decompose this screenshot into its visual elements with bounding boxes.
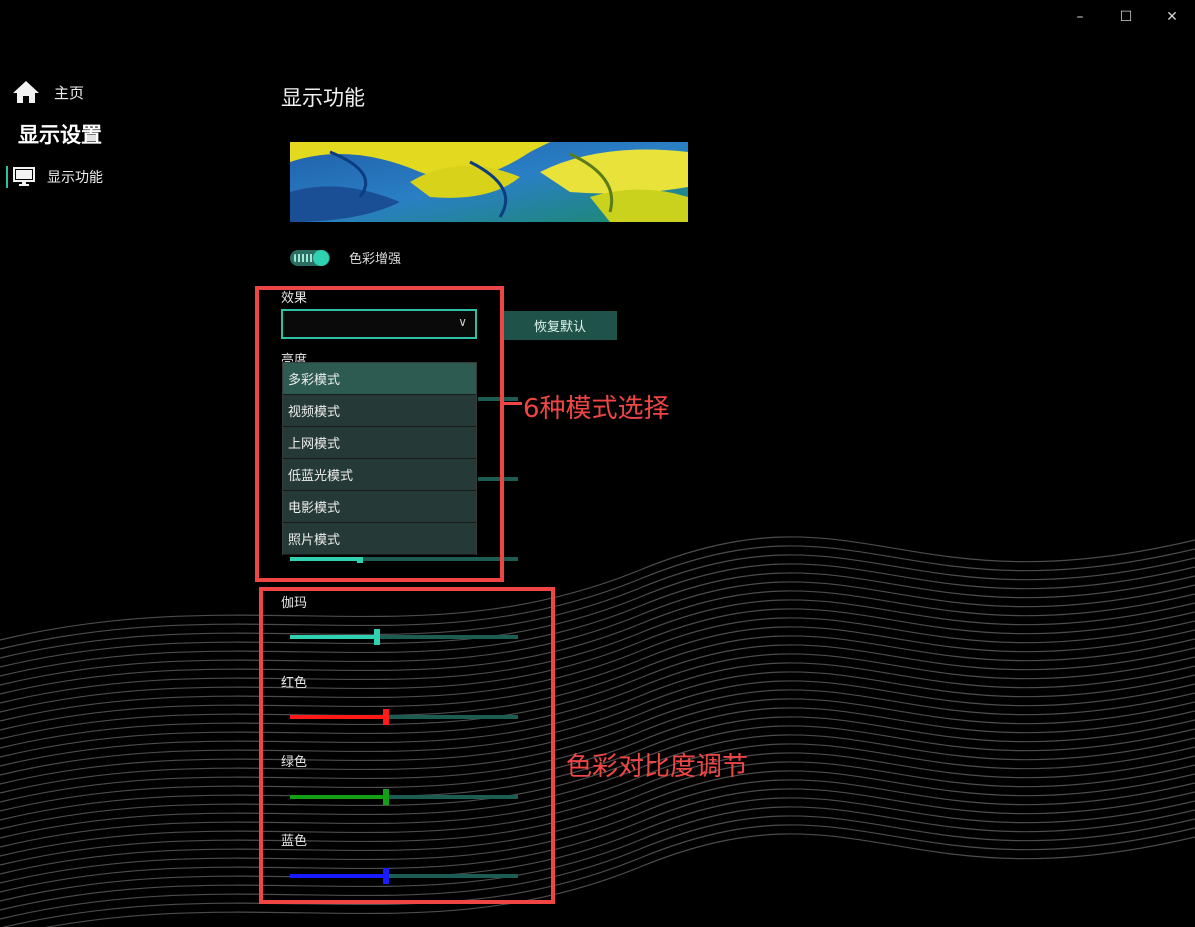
modes-annotation-text: 6种模式选择	[523, 394, 670, 424]
monitor-icon	[13, 167, 35, 186]
feather-banner-image	[290, 142, 688, 222]
color-annotation-text: 色彩对比度调节	[566, 752, 749, 782]
home-icon	[13, 81, 39, 103]
color-annotation-box	[259, 587, 555, 904]
color-enhance-toggle[interactable]	[290, 249, 330, 266]
color-enhance-label: 色彩增强	[349, 252, 402, 267]
sidebar-section-title: 显示设置	[18, 123, 102, 147]
minimize-icon[interactable]: –	[1067, 6, 1093, 28]
modes-annotation-box	[255, 286, 504, 582]
selected-indicator	[6, 166, 8, 188]
page-title: 显示功能	[281, 86, 365, 110]
nav-home[interactable]: 主页	[12, 80, 84, 104]
color-enhance-row: 色彩增强	[290, 248, 401, 267]
home-label: 主页	[54, 83, 85, 102]
toggle-track-pattern	[294, 253, 314, 262]
wave-background	[0, 536, 1195, 927]
maximize-icon[interactable]: ☐	[1113, 6, 1139, 28]
reset-default-button[interactable]: 恢复默认	[503, 311, 617, 340]
close-icon[interactable]: ✕	[1159, 6, 1185, 28]
modes-annotation-connector	[504, 402, 522, 405]
wave-line	[44, 833, 1195, 927]
sidebar-item-display-features[interactable]: 显示功能	[6, 164, 246, 190]
sidebar-item-label: 显示功能	[47, 170, 103, 186]
toggle-knob	[313, 249, 329, 266]
